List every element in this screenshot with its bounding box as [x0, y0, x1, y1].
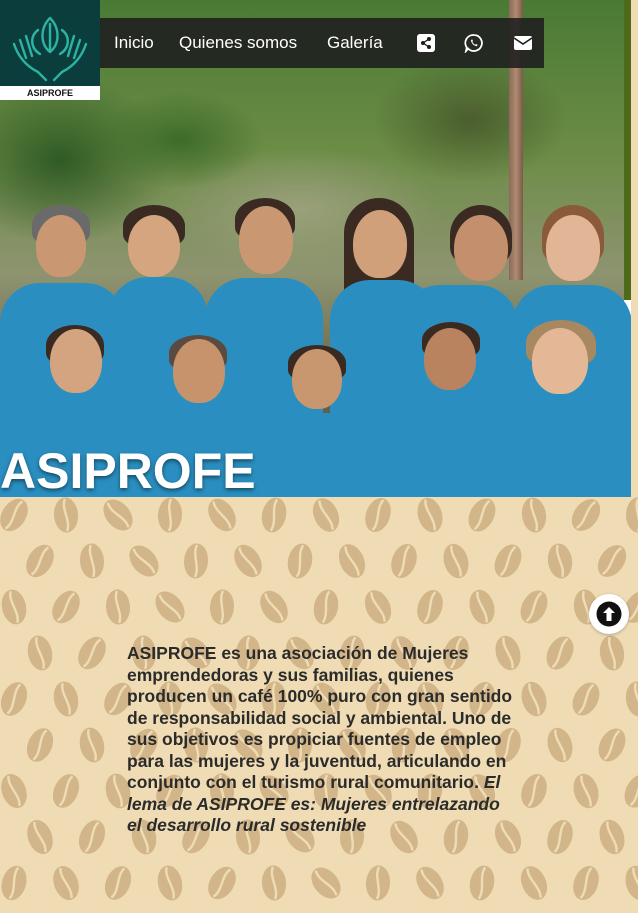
coffee-bean — [96, 497, 140, 538]
coffee-bean — [564, 497, 608, 538]
coffee-bean — [309, 586, 343, 628]
coffee-bean — [23, 632, 57, 674]
coffee-bean — [359, 497, 397, 537]
coffee-bean — [0, 769, 33, 813]
coffee-bean — [596, 632, 628, 674]
coffee-bean — [620, 861, 638, 905]
coffee-bean — [594, 815, 630, 859]
coffee-bean — [21, 815, 59, 859]
coffee-bean — [0, 861, 32, 905]
coffee-bean — [0, 676, 34, 722]
coffee-bean — [227, 538, 269, 584]
scroll-to-top-button[interactable] — [589, 594, 629, 634]
hands-leaf-icon — [0, 0, 100, 86]
coffee-bean — [465, 862, 499, 904]
coffee-bean — [515, 769, 553, 813]
coffee-bean — [567, 861, 605, 905]
envelope-icon[interactable] — [513, 33, 533, 53]
coffee-bean — [409, 860, 451, 906]
coffee-bean — [412, 497, 448, 537]
coffee-bean — [201, 860, 243, 906]
coffee-bean — [0, 586, 31, 628]
coffee-bean — [181, 541, 211, 581]
coffee-bean — [20, 722, 60, 768]
coffee-bean — [153, 862, 187, 904]
hero-title: ASIPROFE — [0, 443, 256, 497]
coffee-bean — [75, 724, 109, 766]
coffee-bean — [518, 497, 550, 536]
coffee-bean — [622, 678, 638, 720]
coffee-bean — [544, 540, 576, 582]
coffee-bean — [306, 497, 346, 538]
coffee-bean — [148, 584, 192, 630]
coffee-bean — [98, 860, 138, 906]
coffee-bean — [411, 585, 449, 629]
main-navbar: Inicio Quienes somos Galería — [100, 18, 544, 68]
nav-link-inicio[interactable]: Inicio — [114, 18, 154, 68]
coffee-bean — [122, 538, 166, 584]
coffee-bean — [72, 814, 112, 860]
coffee-bean — [257, 497, 291, 536]
coffee-bean — [624, 497, 638, 534]
coffee-bean — [253, 584, 295, 630]
intro-paragraph: ASIPROFE es una asociación de Mujeres em… — [127, 643, 517, 837]
intro-section: ASIPROFE es una asociación de Mujeres em… — [0, 497, 638, 913]
coffee-bean — [332, 538, 372, 584]
coffee-bean — [541, 815, 579, 859]
coffee-bean — [19, 538, 61, 584]
coffee-bean — [464, 585, 500, 629]
coffee-bean — [568, 769, 604, 813]
coffee-bean — [487, 538, 529, 584]
coffee-bean — [0, 497, 35, 538]
nav-link-galeria[interactable]: Galería — [327, 18, 383, 68]
coffee-bean — [51, 497, 81, 535]
logo-label: ASIPROFE — [0, 86, 100, 100]
whatsapp-icon[interactable] — [464, 33, 484, 53]
coffee-bean — [46, 768, 86, 814]
group-member — [520, 320, 631, 497]
coffee-bean — [617, 768, 638, 814]
coffee-bean — [514, 860, 554, 906]
coffee-bean — [201, 497, 243, 538]
coffee-bean — [461, 497, 503, 538]
coffee-bean — [385, 539, 423, 583]
coffee-bean — [304, 860, 348, 906]
coffee-bean — [47, 861, 85, 905]
coffee-bean — [591, 722, 633, 768]
coffee-bean — [539, 630, 581, 676]
coffee-bean — [45, 584, 87, 630]
coffee-bean — [565, 676, 607, 722]
group-member — [266, 345, 370, 497]
arrow-up-circle-icon — [596, 601, 622, 627]
coffee-bean — [513, 584, 555, 630]
coffee-bean — [259, 863, 289, 903]
coffee-bean — [71, 630, 113, 676]
coffee-bean — [516, 677, 552, 721]
coffee-bean — [283, 540, 317, 582]
coffee-bean — [207, 587, 237, 627]
coffee-bean — [363, 863, 393, 903]
coffee-bean — [542, 723, 578, 767]
coffee-bean — [438, 539, 474, 583]
coffee-bean — [155, 497, 185, 535]
coffee-bean — [77, 541, 107, 581]
share-icon[interactable] — [416, 33, 436, 53]
coffee-bean — [49, 678, 83, 720]
coffee-bean — [103, 587, 133, 627]
site-logo[interactable]: ASIPROFE — [0, 0, 100, 100]
group-member — [366, 322, 522, 497]
coffee-bean — [590, 538, 634, 584]
nav-link-quienes-somos[interactable]: Quienes somos — [179, 18, 297, 68]
coffee-bean — [358, 584, 398, 630]
intro-text: ASIPROFE es una asociación de Mujeres em… — [127, 643, 513, 792]
